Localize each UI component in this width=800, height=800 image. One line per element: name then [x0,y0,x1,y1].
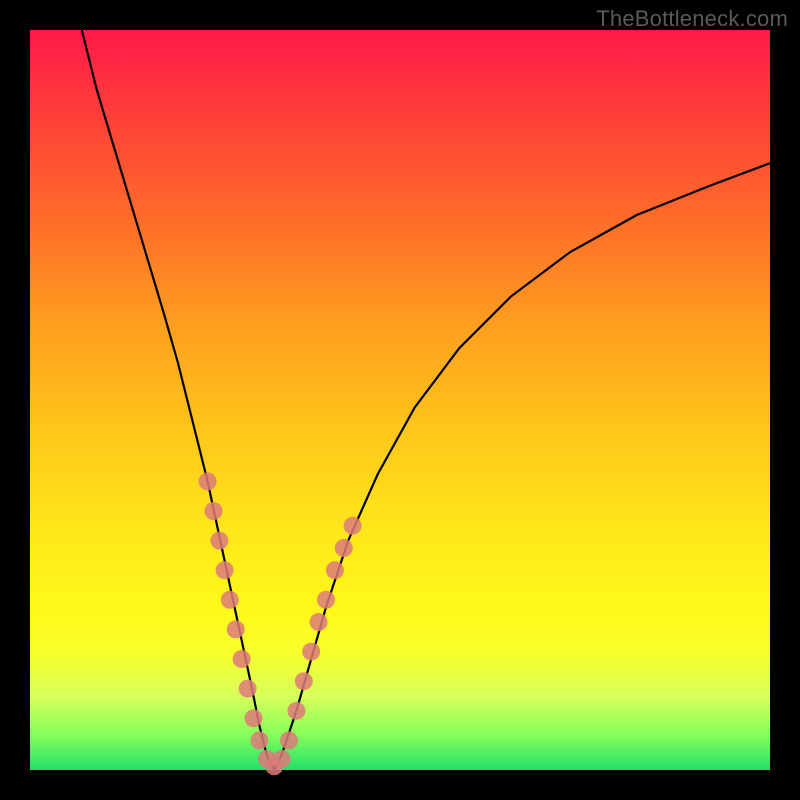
curve-marker [317,591,335,609]
curve-marker [335,539,353,557]
curve-marker [205,502,223,520]
curve-marker [239,680,257,698]
curve-marker [287,702,305,720]
curve-marker [344,517,362,535]
curve-marker [221,591,239,609]
chart-frame: TheBottleneck.com [0,0,800,800]
curve-marker [295,672,313,690]
curve-marker [302,643,320,661]
curve-marker [245,709,263,727]
watermark-text: TheBottleneck.com [596,6,788,32]
curve-marker [250,731,268,749]
curve-marker [280,731,298,749]
plot-area [30,30,770,770]
curve-marker [326,561,344,579]
curve-marker [199,472,217,490]
chart-svg [30,30,770,770]
curve-marker [310,613,328,631]
curve-marker [227,620,245,638]
curve-marker [273,750,291,768]
bottleneck-curve [82,30,770,770]
curve-marker [216,561,234,579]
curve-marker [233,650,251,668]
marker-group [199,472,362,775]
curve-marker [210,532,228,550]
